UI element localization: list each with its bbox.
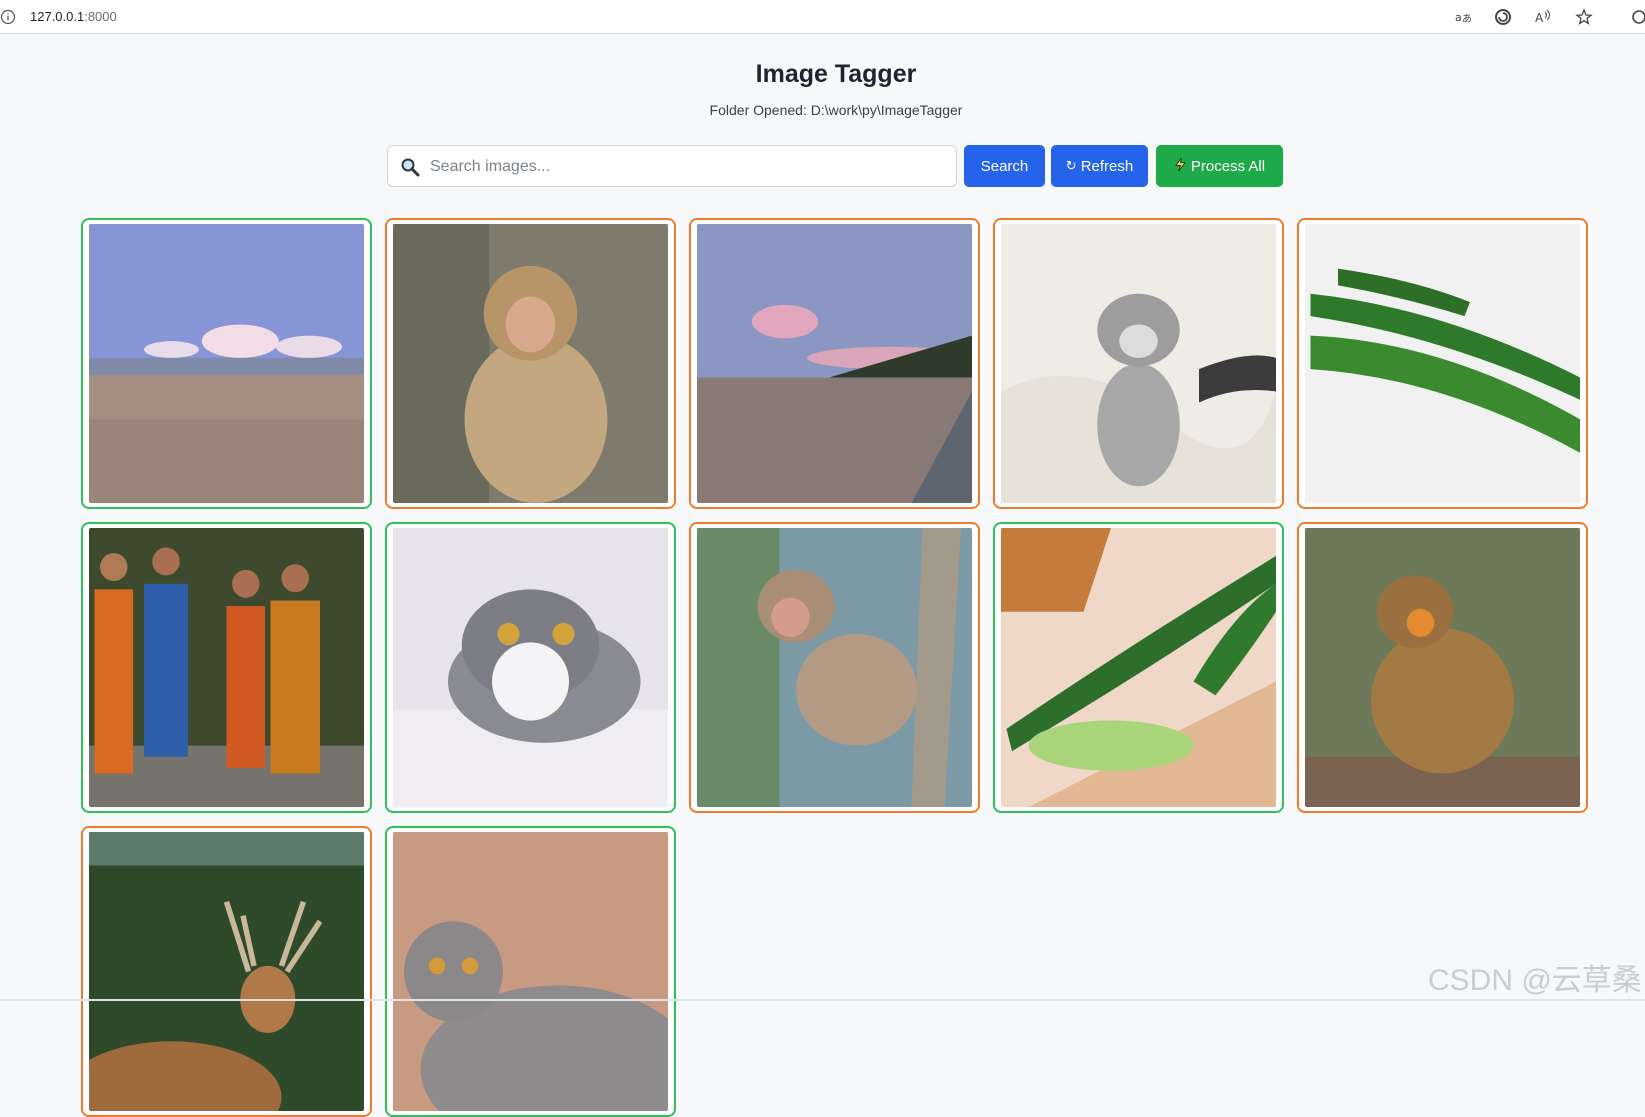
image-card[interactable] xyxy=(993,522,1284,813)
image-card[interactable] xyxy=(1297,522,1588,813)
svg-text:あ: あ xyxy=(1462,13,1472,25)
folder-path: Folder Opened: D:\work\py\ImageTagger xyxy=(709,102,963,118)
translate-icon[interactable]: aあ xyxy=(1454,8,1472,26)
svg-text:A: A xyxy=(1535,11,1544,25)
url-host: 127.0.0.1 xyxy=(30,9,85,24)
refresh-sync-icon[interactable] xyxy=(1494,8,1512,26)
image-card[interactable] xyxy=(385,826,676,1117)
refresh-icon: ↻ xyxy=(1065,158,1077,173)
browser-address-bar: 127.0.0.1:8000 aあ A xyxy=(0,0,1645,34)
search-icon xyxy=(400,157,420,177)
url-port: :8000 xyxy=(84,9,117,24)
extensions-icon[interactable] xyxy=(1630,8,1645,26)
image-card[interactable] xyxy=(993,218,1284,509)
image-thumbnail-monkey-tree[interactable] xyxy=(697,528,972,807)
image-thumbnail-monks[interactable] xyxy=(89,528,364,807)
search-button-label: Search xyxy=(980,157,1029,175)
image-thumbnail-british-shorthair[interactable] xyxy=(393,832,668,1111)
image-card[interactable] xyxy=(689,522,980,813)
image-thumbnail-grey-white-cat[interactable] xyxy=(393,528,668,807)
image-card[interactable] xyxy=(689,218,980,509)
process-all-button[interactable]: Process All xyxy=(1156,145,1283,187)
image-thumbnail-beach[interactable] xyxy=(89,224,364,503)
image-card[interactable] xyxy=(81,522,372,813)
page-title: Image Tagger xyxy=(755,60,917,88)
read-aloud-icon[interactable]: A xyxy=(1534,8,1552,26)
image-thumbnail-kitten[interactable] xyxy=(1001,224,1276,503)
image-card[interactable] xyxy=(81,218,372,509)
image-thumbnail-deer[interactable] xyxy=(89,832,364,1111)
image-card[interactable] xyxy=(385,522,676,813)
svg-text:a: a xyxy=(1455,11,1462,24)
process-all-button-label: Process All xyxy=(1190,157,1266,175)
info-icon[interactable] xyxy=(0,9,16,25)
refresh-button[interactable]: ↻ Refresh xyxy=(1051,145,1148,187)
image-card[interactable] xyxy=(1297,218,1588,509)
search-input[interactable] xyxy=(428,147,952,187)
search-box[interactable] xyxy=(387,145,957,187)
watermark: CSDN @云草桑 xyxy=(1428,964,1642,997)
image-thumbnail-monkey[interactable] xyxy=(393,224,668,503)
image-thumbnail-sliced-cucumber[interactable] xyxy=(1001,528,1276,807)
address-url[interactable]: 127.0.0.1:8000 xyxy=(30,9,117,24)
image-thumbnail-monkey-eating[interactable] xyxy=(1305,528,1580,807)
image-thumbnail-beach-dusk[interactable] xyxy=(697,224,972,503)
image-card[interactable] xyxy=(81,826,372,1117)
favorite-star-icon[interactable] xyxy=(1575,8,1593,26)
image-card[interactable] xyxy=(385,218,676,509)
image-thumbnail-cucumbers[interactable] xyxy=(1305,224,1580,503)
refresh-button-label: Refresh xyxy=(1080,157,1134,175)
lightning-icon xyxy=(1174,157,1187,175)
search-button[interactable]: Search xyxy=(964,145,1045,187)
